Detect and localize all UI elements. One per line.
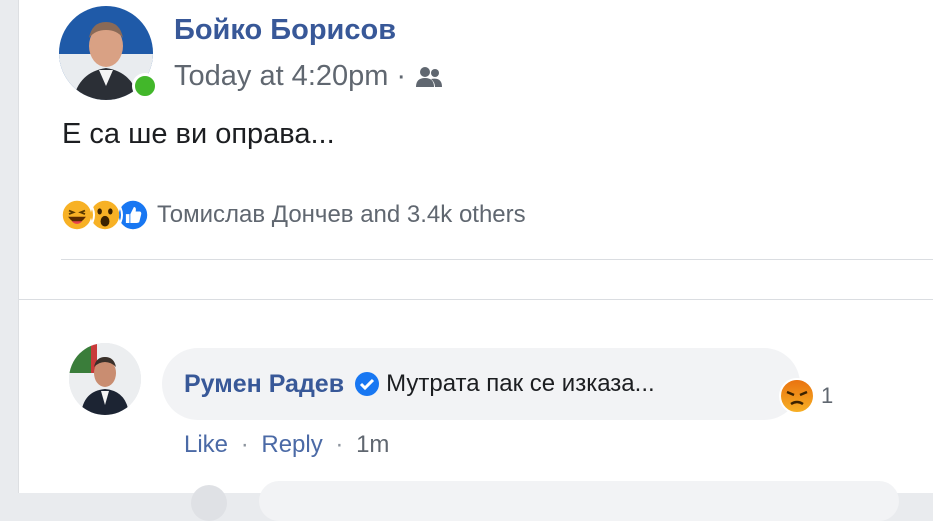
- haha-reaction-icon: [59, 197, 95, 233]
- divider: [19, 299, 933, 300]
- next-comment-avatar[interactable]: [191, 485, 227, 521]
- comment-author-name[interactable]: Румен Радев: [184, 370, 344, 399]
- action-separator: ·: [240, 431, 249, 458]
- reaction-summary-label[interactable]: Томислав Дончев and 3.4k others: [157, 201, 526, 229]
- verified-badge-icon: [355, 372, 380, 396]
- comment-author-photo-icon: [69, 343, 141, 415]
- comment-like-link[interactable]: Like: [184, 431, 228, 458]
- post-meta: Today at 4:20pm ·: [174, 60, 444, 93]
- meta-separator: ·: [396, 60, 407, 92]
- divider: [61, 259, 933, 260]
- comment-reply-link[interactable]: Reply: [261, 431, 322, 458]
- action-separator: ·: [335, 431, 344, 458]
- friends-icon[interactable]: [414, 65, 444, 89]
- post-author-name[interactable]: Бойко Борисов: [174, 14, 396, 47]
- comment-author-avatar[interactable]: [69, 343, 141, 415]
- angry-reaction-icon: [779, 378, 815, 414]
- comment-reaction-count: 1: [821, 383, 834, 408]
- reaction-summary[interactable]: Томислав Дончев and 3.4k others: [59, 197, 526, 233]
- online-status-dot: [132, 73, 158, 99]
- comment-bubble: Румен Радев Мутрата пак се изказа...: [162, 348, 800, 420]
- post-timestamp[interactable]: Today at 4:20pm: [174, 60, 388, 93]
- next-comment-bubble: [259, 481, 899, 521]
- comment-actions: Like · Reply · 1m: [184, 431, 389, 459]
- comment-text: Мутрата пак се изказа...: [386, 370, 655, 397]
- comment-timestamp[interactable]: 1m: [356, 431, 389, 458]
- post-card: Бойко Борисов Today at 4:20pm · Е са ше …: [18, 0, 933, 521]
- post-body-text: Е са ше ви оправа...: [62, 118, 335, 150]
- comment-reaction[interactable]: 1: [779, 378, 833, 414]
